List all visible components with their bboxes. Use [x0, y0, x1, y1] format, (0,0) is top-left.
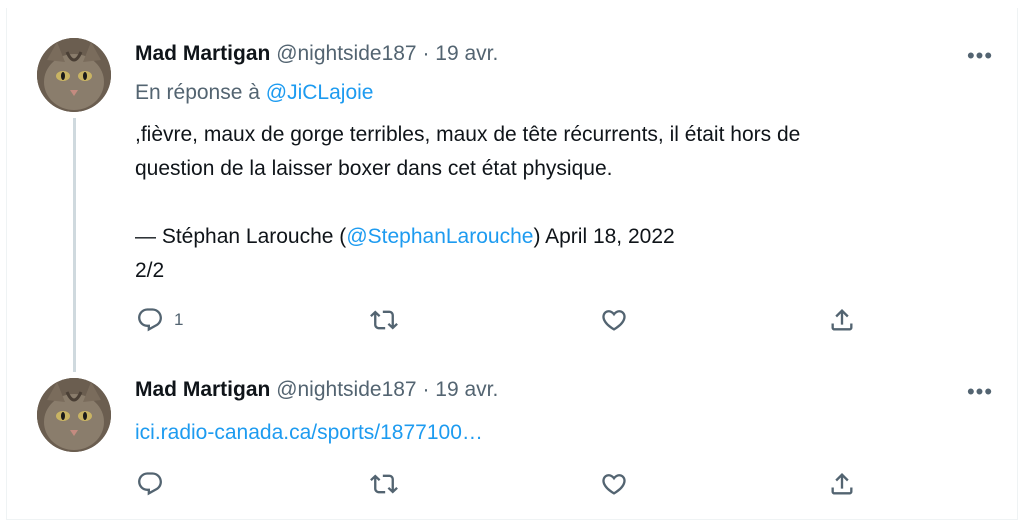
- retweet-button[interactable]: [370, 470, 398, 498]
- heart-icon: [602, 310, 626, 331]
- tweet-header: Mad Martigan @nightside187 · 19 avr.: [135, 41, 498, 67]
- separator-dot: ·: [422, 42, 430, 65]
- like-button[interactable]: [600, 470, 628, 498]
- retweet-icon: [370, 474, 398, 494]
- avatar[interactable]: [37, 38, 111, 112]
- author-handle[interactable]: @nightside187: [276, 378, 416, 401]
- author-name[interactable]: Mad Martigan: [135, 42, 270, 65]
- reply-prefix: En réponse à: [135, 81, 260, 104]
- text-line: ,fièvre, maux de gorge terribles, maux d…: [135, 123, 801, 146]
- share-button[interactable]: [828, 470, 856, 498]
- reply-to-handle-link[interactable]: @JiCLajoie: [266, 81, 374, 104]
- quote-handle-link[interactable]: @StephanLarouche: [346, 225, 533, 248]
- article-link[interactable]: ici.radio-canada.ca/sports/1877100…: [135, 420, 483, 446]
- reply-button[interactable]: [136, 470, 164, 498]
- tweet-date[interactable]: 19 avr.: [435, 42, 498, 65]
- more-icon[interactable]: •••: [962, 379, 998, 404]
- thread-count: 2/2: [135, 259, 165, 282]
- tweet-text: ,fièvre, maux de gorge terribles, maux d…: [135, 118, 995, 288]
- reply-context: En réponse à @JiCLajoie: [135, 80, 373, 106]
- reply-count: 1: [174, 310, 184, 329]
- tweet-header: Mad Martigan @nightside187 · 19 avr.: [135, 377, 498, 403]
- reply-icon: [138, 308, 162, 332]
- thread-connector-line: [73, 118, 76, 372]
- share-icon: [831, 309, 853, 331]
- reply-button[interactable]: 1: [136, 306, 183, 334]
- author-handle[interactable]: @nightside187: [276, 42, 416, 65]
- separator-dot: ·: [422, 378, 430, 401]
- retweet-button[interactable]: [370, 306, 398, 334]
- more-icon[interactable]: •••: [962, 43, 998, 68]
- reply-icon: [138, 472, 162, 496]
- author-name[interactable]: Mad Martigan: [135, 378, 270, 401]
- text-line: question de la laisser boxer dans cet ét…: [135, 157, 613, 180]
- quote-attribution: — Stéphan Larouche (@StephanLarouche) Ap…: [135, 225, 675, 248]
- share-button[interactable]: [828, 306, 856, 334]
- avatar[interactable]: [37, 378, 111, 452]
- share-icon: [831, 473, 853, 495]
- like-button[interactable]: [600, 306, 628, 334]
- tweet-date[interactable]: 19 avr.: [435, 378, 498, 401]
- heart-icon: [602, 474, 626, 495]
- retweet-icon: [370, 310, 398, 330]
